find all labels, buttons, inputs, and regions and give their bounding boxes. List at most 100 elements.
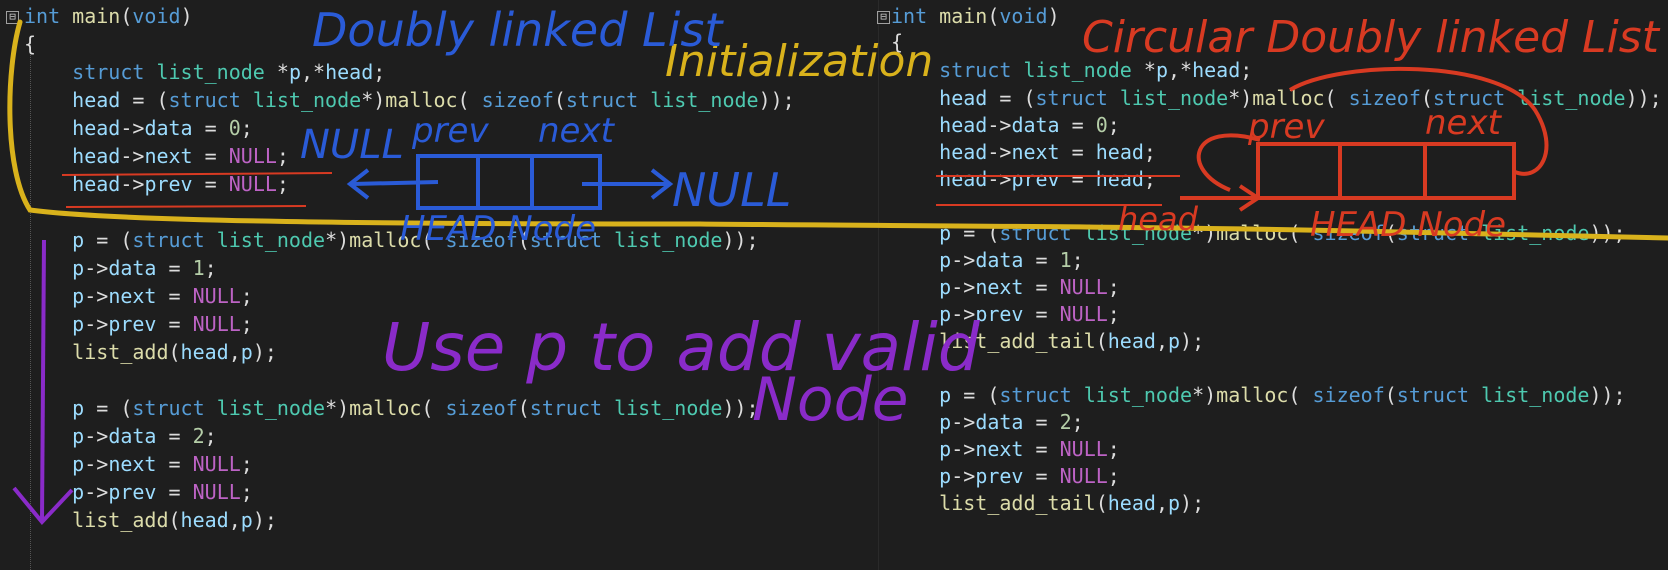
code-token: head (939, 86, 988, 110)
code-token: head (325, 60, 374, 84)
code-line: p->prev = NULL; (24, 478, 253, 506)
code-line: p->prev = NULL; (24, 310, 253, 338)
code-token: 0 (1095, 113, 1108, 137)
code-editor-right[interactable]: ⊟ int main(void){ struct list_node *p,*h… (877, 0, 1668, 570)
code-token: sizeof (1312, 383, 1385, 407)
code-token: = ( (951, 383, 1000, 407)
code-token: -> (120, 116, 145, 140)
code-token: )); (722, 228, 759, 252)
code-token: list_add (72, 340, 169, 364)
code-token: ( (1324, 86, 1349, 110)
code-token: malloc (1216, 383, 1289, 407)
code-token: list_add_tail (939, 491, 1096, 515)
code-token: NULL (1059, 437, 1108, 461)
code-line: head = (struct list_node*)malloc( sizeof… (891, 84, 1662, 112)
fold-collapse-icon[interactable]: ⊟ (877, 11, 890, 24)
code-line: p->next = NULL; (24, 450, 253, 478)
code-token: p (72, 452, 85, 476)
code-token: struct (1396, 383, 1470, 407)
code-token: ; (1107, 464, 1120, 488)
code-line: p->next = NULL; (24, 282, 253, 310)
code-token: ; (240, 480, 253, 504)
code-token: p (72, 284, 85, 308)
code-token: head (939, 140, 988, 164)
code-token: malloc (385, 88, 458, 112)
code-token: = (1023, 410, 1060, 434)
code-token: head (1095, 167, 1144, 191)
code-token: ,* (300, 60, 326, 84)
code-token: = (1023, 248, 1060, 272)
code-token: *) (325, 396, 350, 420)
code-token: ( (1288, 221, 1313, 245)
fold-collapse-icon[interactable]: ⊟ (6, 11, 19, 24)
code-token: ; (1107, 275, 1120, 299)
code-token: void (132, 4, 181, 28)
code-line: p = (struct list_node*)malloc( sizeof(st… (24, 226, 759, 254)
code-token: -> (951, 464, 976, 488)
code-token: ; (240, 312, 253, 336)
code-token: ; (240, 116, 253, 140)
code-token: p (939, 437, 952, 461)
code-token: -> (951, 302, 976, 326)
code-token: ); (252, 340, 277, 364)
code-token: ; (1107, 437, 1120, 461)
code-token: = ( (951, 221, 1000, 245)
code-token: prev (975, 464, 1024, 488)
code-token: ( (421, 228, 446, 252)
code-line: p->next = NULL; (891, 273, 1120, 301)
code-token: ( (1420, 86, 1433, 110)
code-token: -> (987, 113, 1012, 137)
code-token: data (108, 424, 157, 448)
code-token: prev (144, 172, 193, 196)
code-token: { (24, 32, 37, 56)
code-line: list_add_tail(head,p); (891, 489, 1204, 517)
code-token: list_add (72, 508, 169, 532)
code-token: head (72, 88, 121, 112)
code-token: ; (1143, 140, 1156, 164)
code-line: head->data = 0; (24, 114, 253, 142)
code-token: = (1023, 302, 1060, 326)
code-token: *) (361, 88, 386, 112)
code-token: -> (951, 275, 976, 299)
code-token: * (1131, 58, 1156, 82)
code-token: -> (951, 437, 976, 461)
code-token: -> (951, 248, 976, 272)
code-token: data (975, 248, 1024, 272)
code-token: = (192, 116, 229, 140)
code-token: -> (84, 452, 109, 476)
code-token: list_node (216, 228, 326, 252)
code-token: -> (120, 172, 145, 196)
code-token: struct (529, 228, 603, 252)
code-token: ) (1047, 4, 1060, 28)
code-token: int (24, 4, 61, 28)
code-token: )); (1589, 221, 1626, 245)
code-token: ( (1384, 221, 1397, 245)
code-token: ( (120, 4, 133, 28)
code-token: malloc (349, 396, 422, 420)
code-editor-left[interactable]: ⊟ int main(void){ struct list_node *p,*h… (0, 0, 878, 570)
code-token: { (891, 30, 904, 54)
code-token: 2 (1059, 410, 1072, 434)
code-token: data (1011, 113, 1060, 137)
code-token: p (1167, 329, 1181, 353)
code-token: p (288, 60, 301, 84)
code-token: NULL (192, 452, 241, 476)
code-token: p (939, 302, 952, 326)
code-token: ; (1107, 113, 1120, 137)
code-token: ( (168, 508, 181, 532)
code-token: p (240, 508, 253, 532)
code-token: malloc (1216, 221, 1289, 245)
code-token: next (1011, 140, 1060, 164)
code-token: NULL (1059, 464, 1108, 488)
code-line: p->data = 2; (24, 422, 217, 450)
code-token: list_node (614, 396, 723, 420)
